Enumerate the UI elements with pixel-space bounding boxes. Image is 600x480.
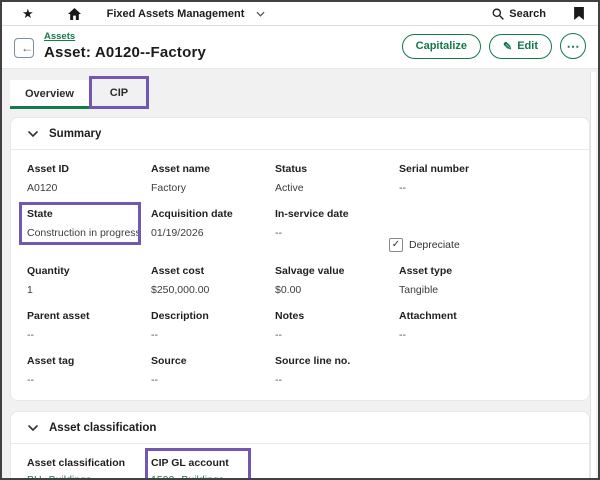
- page-title: Asset: A0120--Factory: [44, 44, 206, 61]
- asset-classification-section-header[interactable]: Asset classification: [11, 412, 589, 444]
- empty-cell: [399, 342, 523, 387]
- field-notes: Notes --: [275, 297, 399, 342]
- field-asset-name: Asset name Factory: [151, 150, 275, 195]
- field-quantity: Quantity 1: [27, 252, 151, 297]
- status-value: Active: [275, 182, 399, 195]
- field-attachment: Attachment --: [399, 297, 523, 342]
- page-header: ← Assets Asset: A0120--Factory Capitaliz…: [2, 26, 598, 69]
- pencil-icon: ✎: [503, 40, 512, 53]
- chevron-down-icon: [28, 131, 38, 137]
- summary-section-header[interactable]: Summary: [11, 118, 589, 150]
- global-search[interactable]: Search: [492, 8, 546, 20]
- tab-overview[interactable]: Overview: [10, 80, 89, 109]
- capitalize-button[interactable]: Capitalize: [402, 34, 481, 59]
- field-source-line-no: Source line no. --: [275, 342, 399, 387]
- chevron-down-icon[interactable]: [256, 11, 265, 17]
- field-salvage-value: Salvage value $0.00: [275, 252, 399, 297]
- tab-cip[interactable]: CIP: [110, 87, 128, 99]
- depreciate-checkbox[interactable]: ✓: [389, 238, 403, 252]
- asset-classification-link[interactable]: BU--Buildings: [27, 474, 91, 480]
- cip-tab-annotation-box: CIP: [89, 76, 149, 109]
- field-status: Status Active: [275, 150, 399, 195]
- checkmark-icon: ✓: [392, 239, 400, 250]
- field-in-service-date: In-service date --: [275, 195, 399, 252]
- app-switcher-label[interactable]: Fixed Assets Management: [107, 8, 245, 20]
- field-depreciate: ✓ Depreciate: [399, 195, 523, 252]
- field-description: Description --: [151, 297, 275, 342]
- classification-fields-grid: Asset classification BU--Buildings CIP G…: [11, 444, 589, 480]
- vertical-scrollbar[interactable]: [590, 72, 596, 478]
- home-icon[interactable]: [68, 8, 81, 20]
- field-asset-tag: Asset tag --: [27, 342, 151, 387]
- field-serial-number: Serial number --: [399, 150, 523, 195]
- chevron-down-icon: [28, 425, 38, 431]
- breadcrumb-assets-link[interactable]: Assets: [44, 31, 75, 42]
- asset-classification-card: Asset classification Asset classificatio…: [10, 411, 590, 480]
- cip-gl-account-link[interactable]: 1502--Buildings: [151, 474, 224, 480]
- ellipsis-icon: ⋯: [567, 40, 580, 53]
- edit-button[interactable]: ✎ Edit: [489, 34, 552, 59]
- empty-cell: [275, 444, 399, 480]
- field-acquisition-date: Acquisition date 01/19/2026: [151, 195, 275, 252]
- summary-title: Summary: [49, 128, 101, 140]
- summary-fields-grid: Asset ID A0120 Asset name Factory Status…: [11, 150, 589, 400]
- field-asset-cost: Asset cost $250,000.00: [151, 252, 275, 297]
- field-cip-gl-account: CIP GL account 1502--Buildings: [151, 444, 275, 480]
- field-asset-id: Asset ID A0120: [27, 150, 151, 195]
- summary-card: Summary Asset ID A0120 Asset name Factor…: [10, 117, 590, 401]
- asset-classification-title: Asset classification: [49, 422, 156, 434]
- fixed-assets-app-window: ★ Fixed Assets Management Search ← Asset…: [0, 0, 600, 480]
- bookmark-icon[interactable]: [574, 7, 584, 20]
- empty-cell: [399, 444, 523, 480]
- search-label: Search: [509, 8, 546, 20]
- field-parent-asset: Parent asset --: [27, 297, 151, 342]
- top-navigation-bar: ★ Fixed Assets Management Search: [2, 2, 598, 26]
- field-asset-classification: Asset classification BU--Buildings: [27, 444, 151, 480]
- back-arrow-icon: ←: [21, 41, 33, 55]
- search-icon: [492, 8, 504, 20]
- more-actions-button[interactable]: ⋯: [560, 33, 586, 59]
- field-source: Source --: [151, 342, 275, 387]
- field-asset-type: Asset type Tangible: [399, 252, 523, 297]
- favorites-star-icon[interactable]: ★: [22, 7, 34, 20]
- field-state: State Construction in progress: [27, 195, 151, 252]
- tab-bar: Overview CIP: [10, 75, 598, 109]
- header-actions: Capitalize ✎ Edit ⋯: [402, 31, 586, 61]
- back-button[interactable]: ←: [14, 38, 34, 58]
- depreciate-label: Depreciate: [409, 239, 460, 251]
